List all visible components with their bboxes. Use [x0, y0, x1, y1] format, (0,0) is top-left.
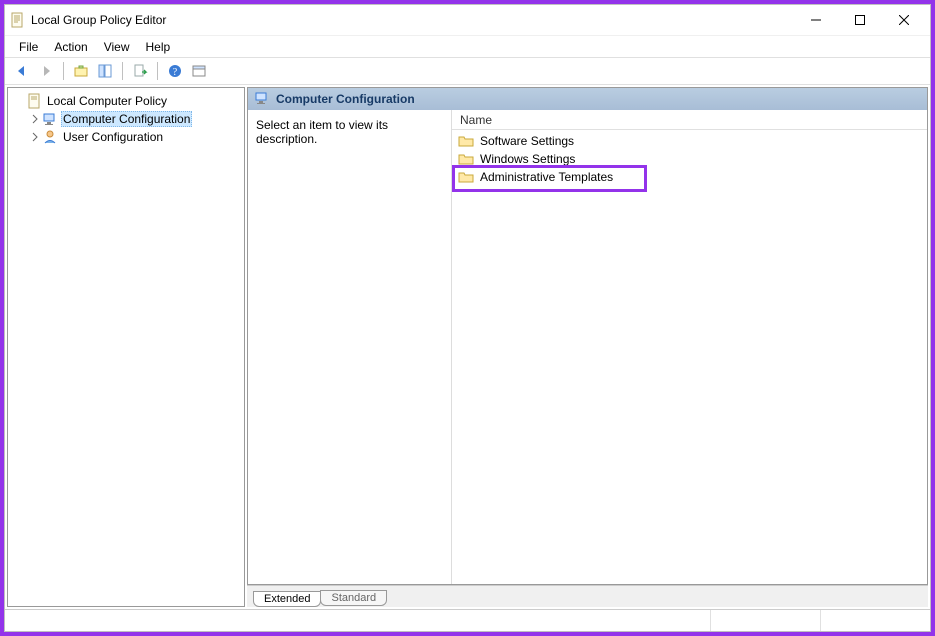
expand-icon[interactable] [28, 130, 42, 144]
detail-header-title: Computer Configuration [276, 92, 415, 106]
forward-button[interactable] [35, 60, 57, 82]
tab-strip: Extended Standard [247, 585, 928, 607]
menu-help[interactable]: Help [138, 38, 179, 56]
tab-standard[interactable]: Standard [320, 590, 387, 606]
separator [63, 62, 64, 80]
tree-label: User Configuration [61, 130, 165, 144]
menu-action[interactable]: Action [46, 38, 95, 56]
description-text: Select an item to view its description. [256, 118, 388, 146]
document-icon [26, 93, 42, 109]
expand-icon[interactable] [28, 112, 42, 126]
detail-wrap: Computer Configuration Select an item to… [247, 87, 928, 607]
tree-item-computer-configuration[interactable]: Computer Configuration [24, 110, 244, 128]
export-list-button[interactable] [129, 60, 151, 82]
menu-view[interactable]: View [96, 38, 138, 56]
column-name: Name [460, 113, 492, 127]
computer-icon [254, 90, 270, 109]
folder-icon [458, 151, 474, 167]
back-button[interactable] [11, 60, 33, 82]
menu-file[interactable]: File [11, 38, 46, 56]
status-bar [5, 609, 930, 631]
tree-root-item[interactable]: Local Computer Policy [8, 92, 244, 110]
help-button[interactable]: ? [164, 60, 186, 82]
folder-icon [458, 169, 474, 185]
close-button[interactable] [882, 6, 926, 34]
user-icon [42, 129, 58, 145]
detail-body: Select an item to view its description. … [248, 110, 927, 584]
list-item-label: Administrative Templates [480, 170, 613, 184]
minimize-button[interactable] [794, 6, 838, 34]
up-one-level-button[interactable] [70, 60, 92, 82]
list-header[interactable]: Name [452, 110, 927, 130]
maximize-button[interactable] [838, 6, 882, 34]
list-item-label: Windows Settings [480, 152, 575, 166]
tab-extended[interactable]: Extended [253, 591, 321, 607]
toolbar: ? [5, 57, 930, 85]
tree-label: Local Computer Policy [45, 94, 169, 108]
separator [122, 62, 123, 80]
titlebar: Local Group Policy Editor [5, 5, 930, 35]
list-panel: Name Software Settings [452, 110, 927, 584]
folder-icon [458, 133, 474, 149]
separator [157, 62, 158, 80]
content-area: Local Computer Policy Computer Configura… [5, 85, 930, 609]
status-cell [710, 610, 820, 631]
status-spacer [5, 610, 710, 631]
show-hide-tree-button[interactable] [94, 60, 116, 82]
app-window: Local Group Policy Editor File Action Vi… [4, 4, 931, 632]
list-item-label: Software Settings [480, 134, 574, 148]
detail-header: Computer Configuration [248, 88, 927, 110]
tree-pane[interactable]: Local Computer Policy Computer Configura… [7, 87, 245, 607]
app-icon [9, 12, 25, 28]
computer-icon [42, 111, 58, 127]
blank-expander [12, 94, 26, 108]
description-panel: Select an item to view its description. [248, 110, 452, 584]
status-cell [820, 610, 930, 631]
tree-label: Computer Configuration [61, 111, 192, 127]
window-title: Local Group Policy Editor [31, 13, 166, 27]
list-item[interactable]: Windows Settings [452, 150, 927, 168]
list-items: Software Settings Windows Settings [452, 130, 927, 188]
properties-button[interactable] [188, 60, 210, 82]
svg-text:?: ? [173, 67, 178, 78]
list-item[interactable]: Software Settings [452, 132, 927, 150]
menubar: File Action View Help [5, 35, 930, 57]
tree-item-user-configuration[interactable]: User Configuration [24, 128, 244, 146]
detail-pane: Computer Configuration Select an item to… [247, 87, 928, 585]
list-item[interactable]: Administrative Templates [452, 168, 927, 186]
